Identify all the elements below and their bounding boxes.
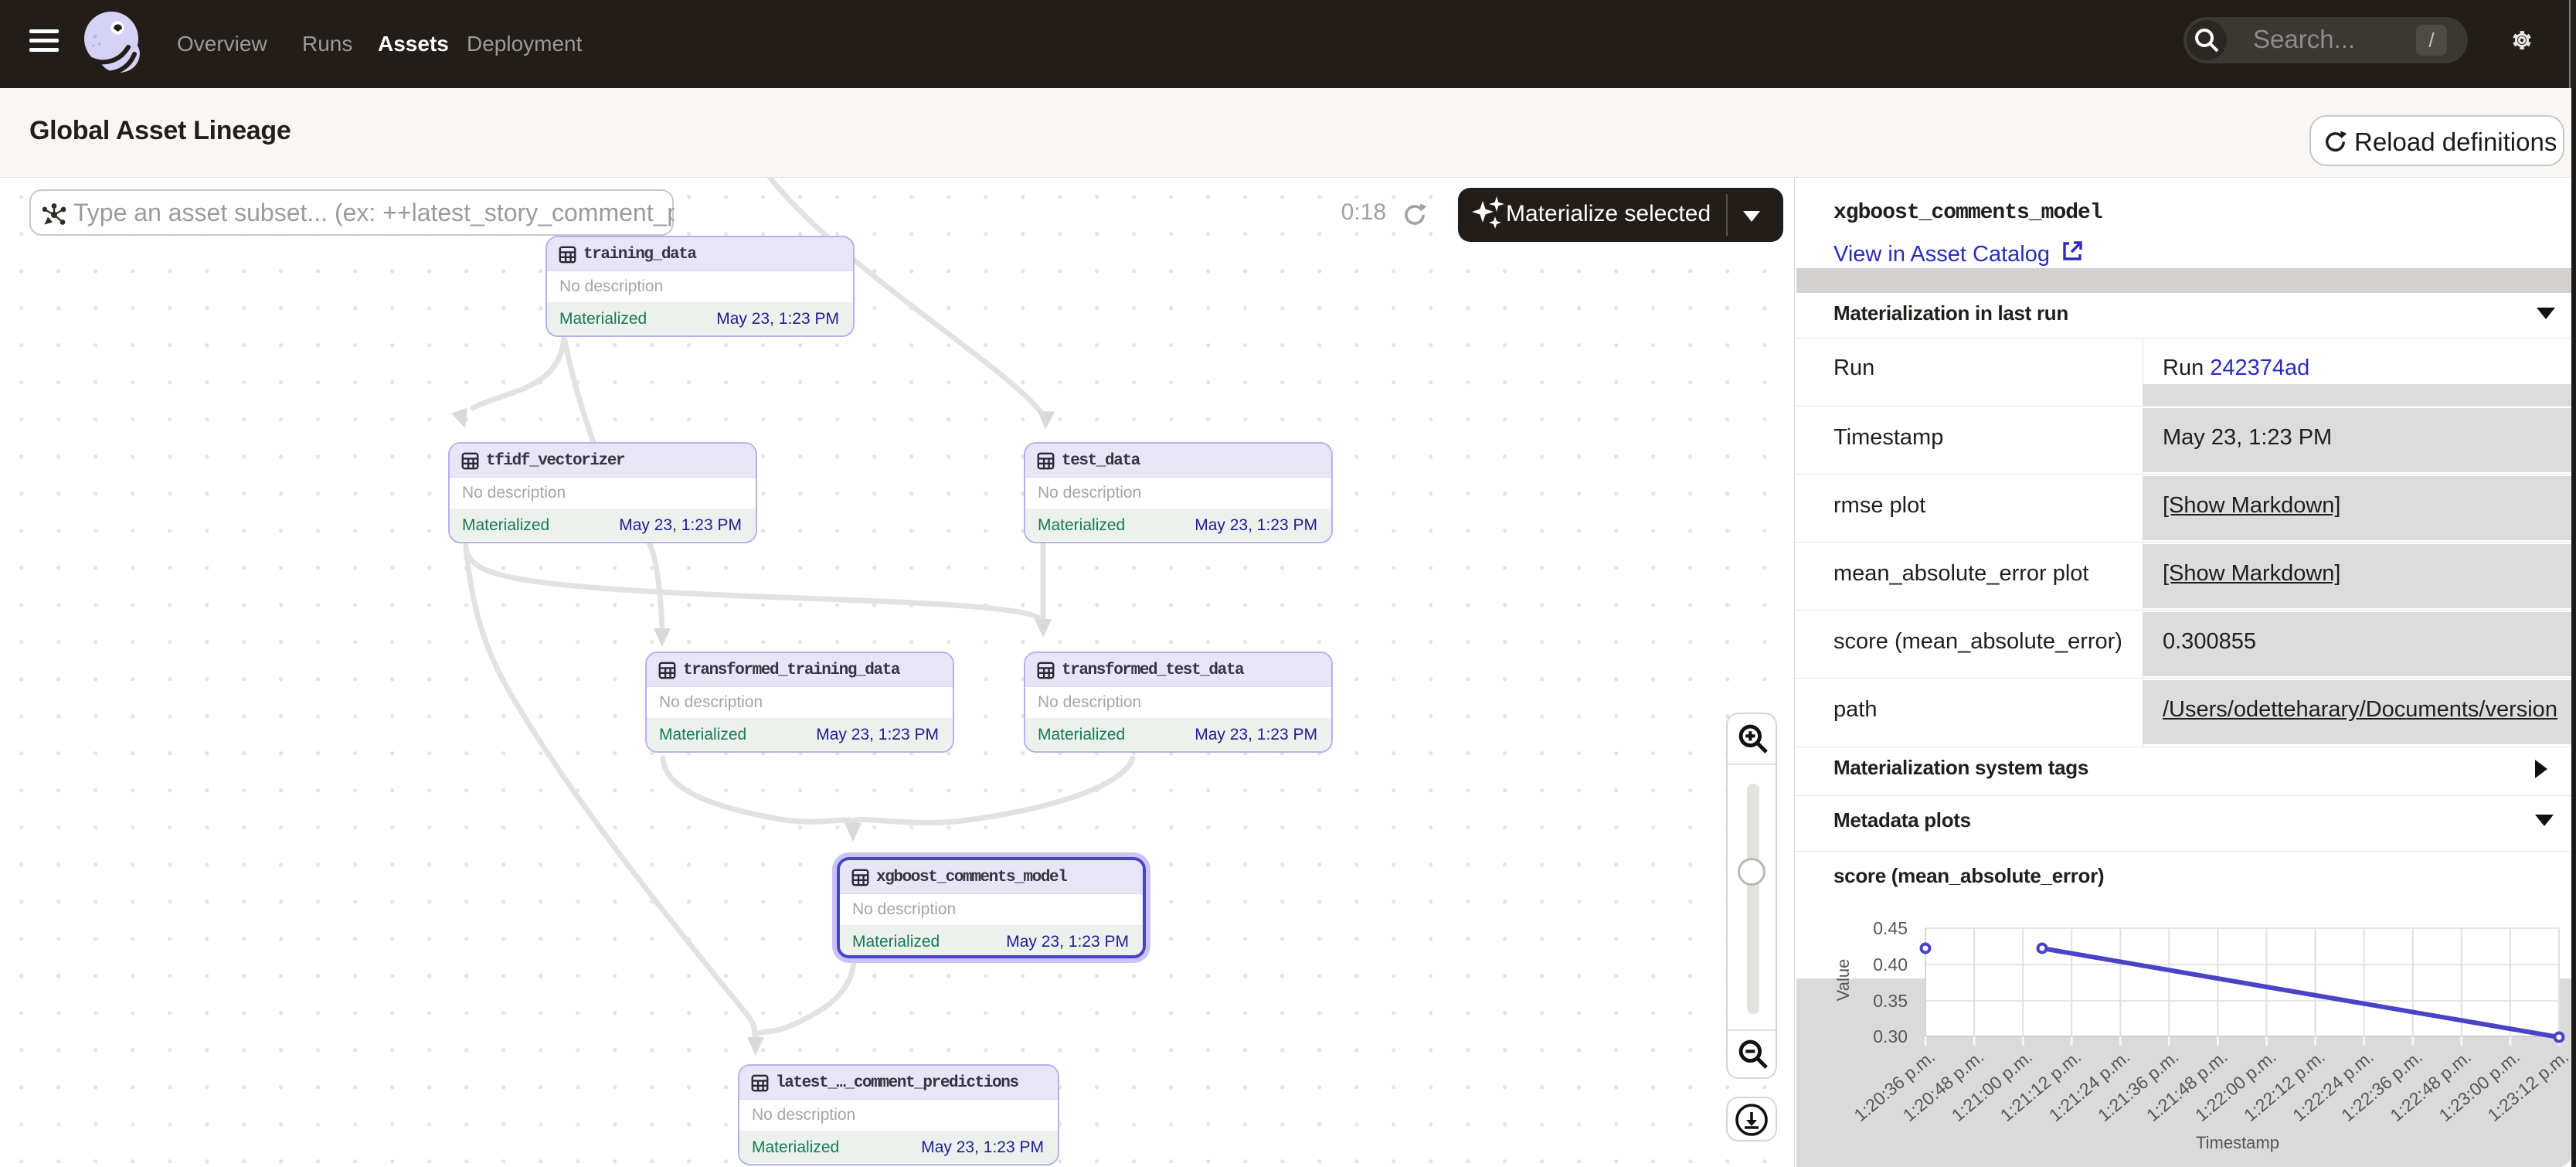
svg-text:Timestamp: Timestamp	[2196, 1133, 2279, 1152]
svg-text:0.30: 0.30	[1873, 1026, 1908, 1046]
svg-text:0.35: 0.35	[1873, 991, 1908, 1011]
svg-text:0.45: 0.45	[1873, 918, 1908, 938]
svg-text:0.40: 0.40	[1873, 954, 1908, 975]
svg-text:Value: Value	[1833, 959, 1853, 1002]
